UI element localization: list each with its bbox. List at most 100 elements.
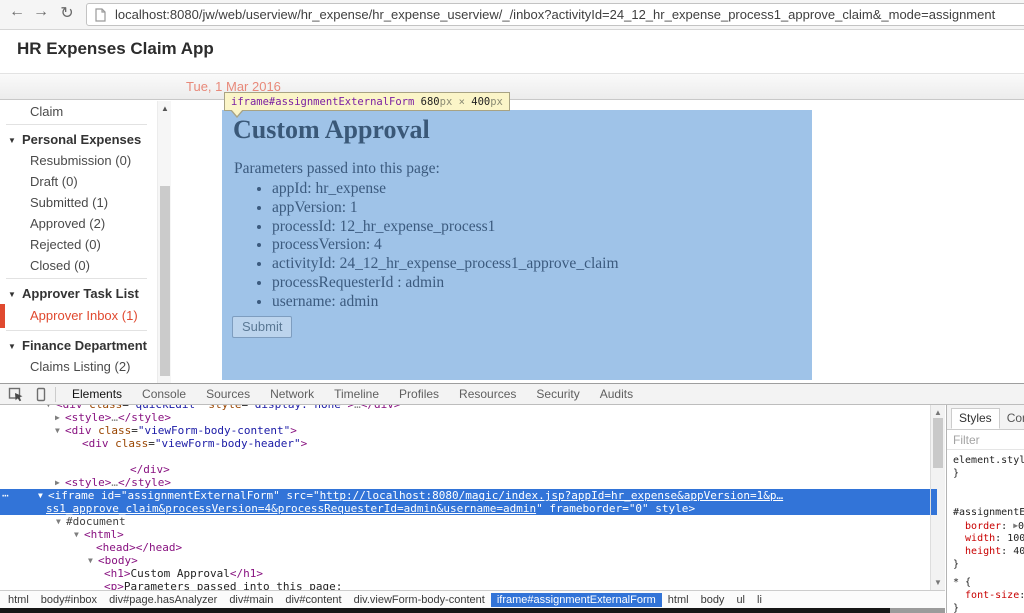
- devtools-tab-audits[interactable]: Audits: [590, 384, 643, 405]
- styles-filter-input[interactable]: Filter: [947, 430, 1024, 450]
- tree-line-1[interactable]: ▶<style>…</style>: [0, 411, 945, 424]
- devtools-tab-profiles[interactable]: Profiles: [389, 384, 449, 405]
- crumb-ul[interactable]: ul: [730, 593, 751, 607]
- param-5: processRequesterId : admin: [272, 274, 619, 293]
- sidebar-item-finance-department[interactable]: ▼Finance Department: [0, 335, 157, 356]
- sidebar-item-submitted-1[interactable]: Submitted (1): [0, 192, 157, 213]
- elements-scroll-thumb[interactable]: [933, 418, 943, 468]
- style-line-6[interactable]: width: 100%: [953, 532, 1024, 545]
- devtools-tab-console[interactable]: Console: [132, 384, 196, 405]
- tree-line-2[interactable]: ▼<div class="viewForm-body-content">: [0, 424, 945, 437]
- sidebar-item-resubmission-0[interactable]: Resubmission (0): [0, 150, 157, 171]
- iframe-heading: Custom Approval: [233, 115, 430, 145]
- tree-line-10[interactable]: ▼<html>: [0, 528, 945, 541]
- devtools-tab-timeline[interactable]: Timeline: [324, 384, 389, 405]
- bottom-strip: [0, 608, 890, 613]
- styles-tab-styles[interactable]: Styles: [951, 408, 1000, 429]
- address-bar[interactable]: localhost:8080/jw/web/userview/hr_expens…: [86, 3, 1024, 26]
- crumb-html[interactable]: html: [2, 593, 35, 607]
- styles-sidebar: StylesComputed Filter element.style {} #…: [946, 405, 1024, 613]
- elements-tree: ▼<div class="quickEdit" style="display: …: [0, 405, 945, 590]
- style-line-11[interactable]: }: [953, 602, 1024, 613]
- sidebar-item-label: Approved (2): [30, 216, 105, 231]
- style-line-4[interactable]: #assignmentExternalForm {: [953, 506, 1024, 519]
- tooltip-width: 680: [421, 96, 440, 108]
- tree-line-11[interactable]: <head></head>: [0, 541, 945, 554]
- sidebar-item-closed-0[interactable]: Closed (0): [0, 255, 157, 276]
- sidebar-scroll-thumb[interactable]: [160, 186, 170, 376]
- tree-line-8[interactable]: ss1_approve_claim&processVersion=4&proce…: [0, 502, 945, 515]
- style-line-3[interactable]: [953, 493, 1024, 506]
- scroll-up-icon[interactable]: ▲: [158, 104, 172, 113]
- crumb-div-main[interactable]: div#main: [223, 593, 279, 607]
- bottom-strip-corner: [890, 608, 945, 613]
- tooltip-height-unit: px: [490, 96, 503, 108]
- style-line-7[interactable]: height: 400px: [953, 545, 1024, 558]
- submit-button[interactable]: Submit: [232, 316, 292, 338]
- scroll-down-icon[interactable]: ▼: [931, 578, 945, 587]
- styles-rules: element.style {} #assignmentExternalForm…: [947, 450, 1024, 613]
- crumb-li[interactable]: li: [751, 593, 768, 607]
- crumb-html[interactable]: html: [662, 593, 695, 607]
- tree-line-13[interactable]: <h1>Custom Approval</h1>: [0, 567, 945, 580]
- devtools-tab-elements[interactable]: Elements: [62, 384, 132, 405]
- styles-sidebar-tabs: StylesComputed: [947, 405, 1024, 430]
- crumb-body-inbox[interactable]: body#inbox: [35, 593, 103, 607]
- tree-line-6[interactable]: ▶<style>…</style>: [0, 476, 945, 489]
- styles-tab-computed[interactable]: Computed: [1000, 409, 1024, 428]
- style-line-0[interactable]: element.style {: [953, 454, 1024, 467]
- scroll-up-icon[interactable]: ▲: [931, 408, 945, 417]
- back-icon[interactable]: ←: [6, 3, 28, 21]
- tree-line-5[interactable]: </div>: [0, 463, 945, 476]
- param-6: username: admin: [272, 293, 619, 312]
- crumb-body[interactable]: body: [695, 593, 731, 607]
- param-4: activityId: 24_12_hr_expense_process1_ap…: [272, 255, 619, 274]
- sidebar-item-approver-task-list[interactable]: ▼Approver Task List: [0, 283, 157, 304]
- sidebar-item-claims-listing-2[interactable]: Claims Listing (2): [0, 356, 157, 377]
- style-line-8[interactable]: }: [953, 558, 1024, 571]
- crumb-div-viewform-body-content[interactable]: div.viewForm-body-content: [348, 593, 491, 607]
- sidebar-item-label: Approver Task List: [22, 286, 139, 301]
- sidebar-item-claim[interactable]: Claim: [0, 101, 157, 122]
- collapse-icon: ▼: [8, 284, 22, 305]
- param-2: processId: 12_hr_expense_process1: [272, 218, 619, 237]
- style-line-1[interactable]: }: [953, 467, 1024, 480]
- crumb-div-content[interactable]: div#content: [279, 593, 347, 607]
- reload-icon[interactable]: ↻: [56, 3, 78, 23]
- tree-line-14[interactable]: <p>Parameters passed into this page:: [0, 580, 945, 590]
- param-1: appVersion: 1: [272, 199, 619, 218]
- sidebar-item-draft-0[interactable]: Draft (0): [0, 171, 157, 192]
- style-line-5[interactable]: border: ▶0px: [953, 519, 1024, 532]
- tree-line-12[interactable]: ▼<body>: [0, 554, 945, 567]
- sidebar-item-personal-expenses[interactable]: ▼Personal Expenses: [0, 129, 157, 150]
- tree-line-4[interactable]: [0, 450, 945, 463]
- devtools-tab-resources[interactable]: Resources: [449, 384, 526, 405]
- inspect-element-icon[interactable]: [8, 387, 24, 407]
- forward-icon[interactable]: →: [30, 3, 52, 21]
- iframe-params-list: appId: hr_expenseappVersion: 1processId:…: [250, 180, 619, 312]
- style-line-10[interactable]: font-size:: [953, 589, 1024, 602]
- devtools-tab-sources[interactable]: Sources: [196, 384, 260, 405]
- screenshot-root: ← → ↻ localhost:8080/jw/web/userview/hr_…: [0, 0, 1024, 613]
- elements-scrollbar[interactable]: ▲ ▼: [930, 405, 945, 590]
- sidebar-item-label: Rejected (0): [30, 237, 101, 252]
- style-line-9[interactable]: * {: [953, 576, 1024, 589]
- page-icon: [95, 8, 106, 26]
- sidebar-item-approver-inbox-1[interactable]: Approver Inbox (1): [0, 304, 157, 328]
- crumb-iframe-assignmentexternalform[interactable]: iframe#assignmentExternalForm: [491, 593, 662, 607]
- tooltip-height: 400: [471, 96, 490, 108]
- sidebar-item-rejected-0[interactable]: Rejected (0): [0, 234, 157, 255]
- style-line-2[interactable]: [953, 480, 1024, 493]
- sidebar-scrollbar[interactable]: ▲: [157, 101, 171, 383]
- devtools-tab-security[interactable]: Security: [526, 384, 589, 405]
- tree-line-9[interactable]: ▼#document: [0, 515, 945, 528]
- url-text[interactable]: localhost:8080/jw/web/userview/hr_expens…: [115, 4, 995, 25]
- sidebar-item-label: Finance Department: [22, 338, 147, 353]
- crumb-div-page-hasanalyzer[interactable]: div#page.hasAnalyzer: [103, 593, 223, 607]
- sidebar-item-approved-2[interactable]: Approved (2): [0, 213, 157, 234]
- more-actions-icon[interactable]: ⋯: [2, 489, 10, 502]
- tree-line-3[interactable]: <div class="viewForm-body-header">: [0, 437, 945, 450]
- devtools-tab-network[interactable]: Network: [260, 384, 324, 405]
- tree-line-7[interactable]: ⋯▼<iframe id="assignmentExternalForm" sr…: [0, 489, 945, 502]
- device-toolbar-icon[interactable]: [33, 387, 49, 407]
